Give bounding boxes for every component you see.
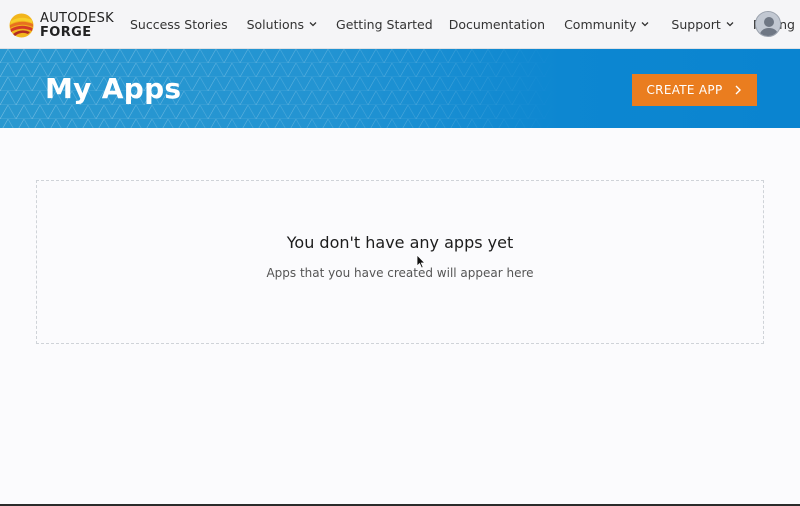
nav-getting-started-label: Getting Started xyxy=(336,16,433,32)
chevron-down-icon xyxy=(641,22,649,27)
nav-community[interactable]: Community xyxy=(564,17,649,32)
nav-support-label: Support xyxy=(671,16,721,32)
nav-solutions-label: Solutions xyxy=(246,16,305,32)
nav-documentation-label: Documentation xyxy=(448,16,546,32)
brand-line-autodesk: AUTODESK xyxy=(40,10,114,26)
chevron-right-icon xyxy=(735,85,742,95)
mouse-cursor-icon xyxy=(416,254,426,269)
main-nav: Success Stories Solutions Getting Starte… xyxy=(130,0,795,48)
nav-success-stories[interactable]: Success Stories xyxy=(130,17,228,32)
autodesk-forge-logo[interactable]: AUTODESK FORGE xyxy=(9,10,114,40)
autodesk-forge-logo-icon xyxy=(9,13,34,37)
nav-solutions[interactable]: Solutions xyxy=(247,17,317,32)
brand-line-forge: FORGE xyxy=(40,24,92,40)
empty-apps-panel xyxy=(36,180,764,344)
page-title: My Apps xyxy=(45,72,182,105)
empty-state-subtitle: Apps that you have created will appear h… xyxy=(266,266,534,280)
nav-community-label: Community xyxy=(564,16,637,32)
empty-state-title: You don't have any apps yet xyxy=(286,233,514,252)
nav-support[interactable]: Support xyxy=(671,16,734,32)
nav-getting-started[interactable]: Getting Started xyxy=(336,17,433,32)
nav-documentation[interactable]: Documentation xyxy=(449,17,545,32)
chevron-down-icon xyxy=(309,22,317,27)
user-avatar[interactable] xyxy=(755,11,781,37)
chevron-down-icon xyxy=(726,22,734,27)
top-navigation: AUTODESK FORGE Success Stories Solutions… xyxy=(0,0,800,49)
create-app-label: CREATE APP xyxy=(646,83,723,97)
nav-success-stories-label: Success Stories xyxy=(130,16,228,32)
create-app-button[interactable]: CREATE APP xyxy=(632,74,757,106)
